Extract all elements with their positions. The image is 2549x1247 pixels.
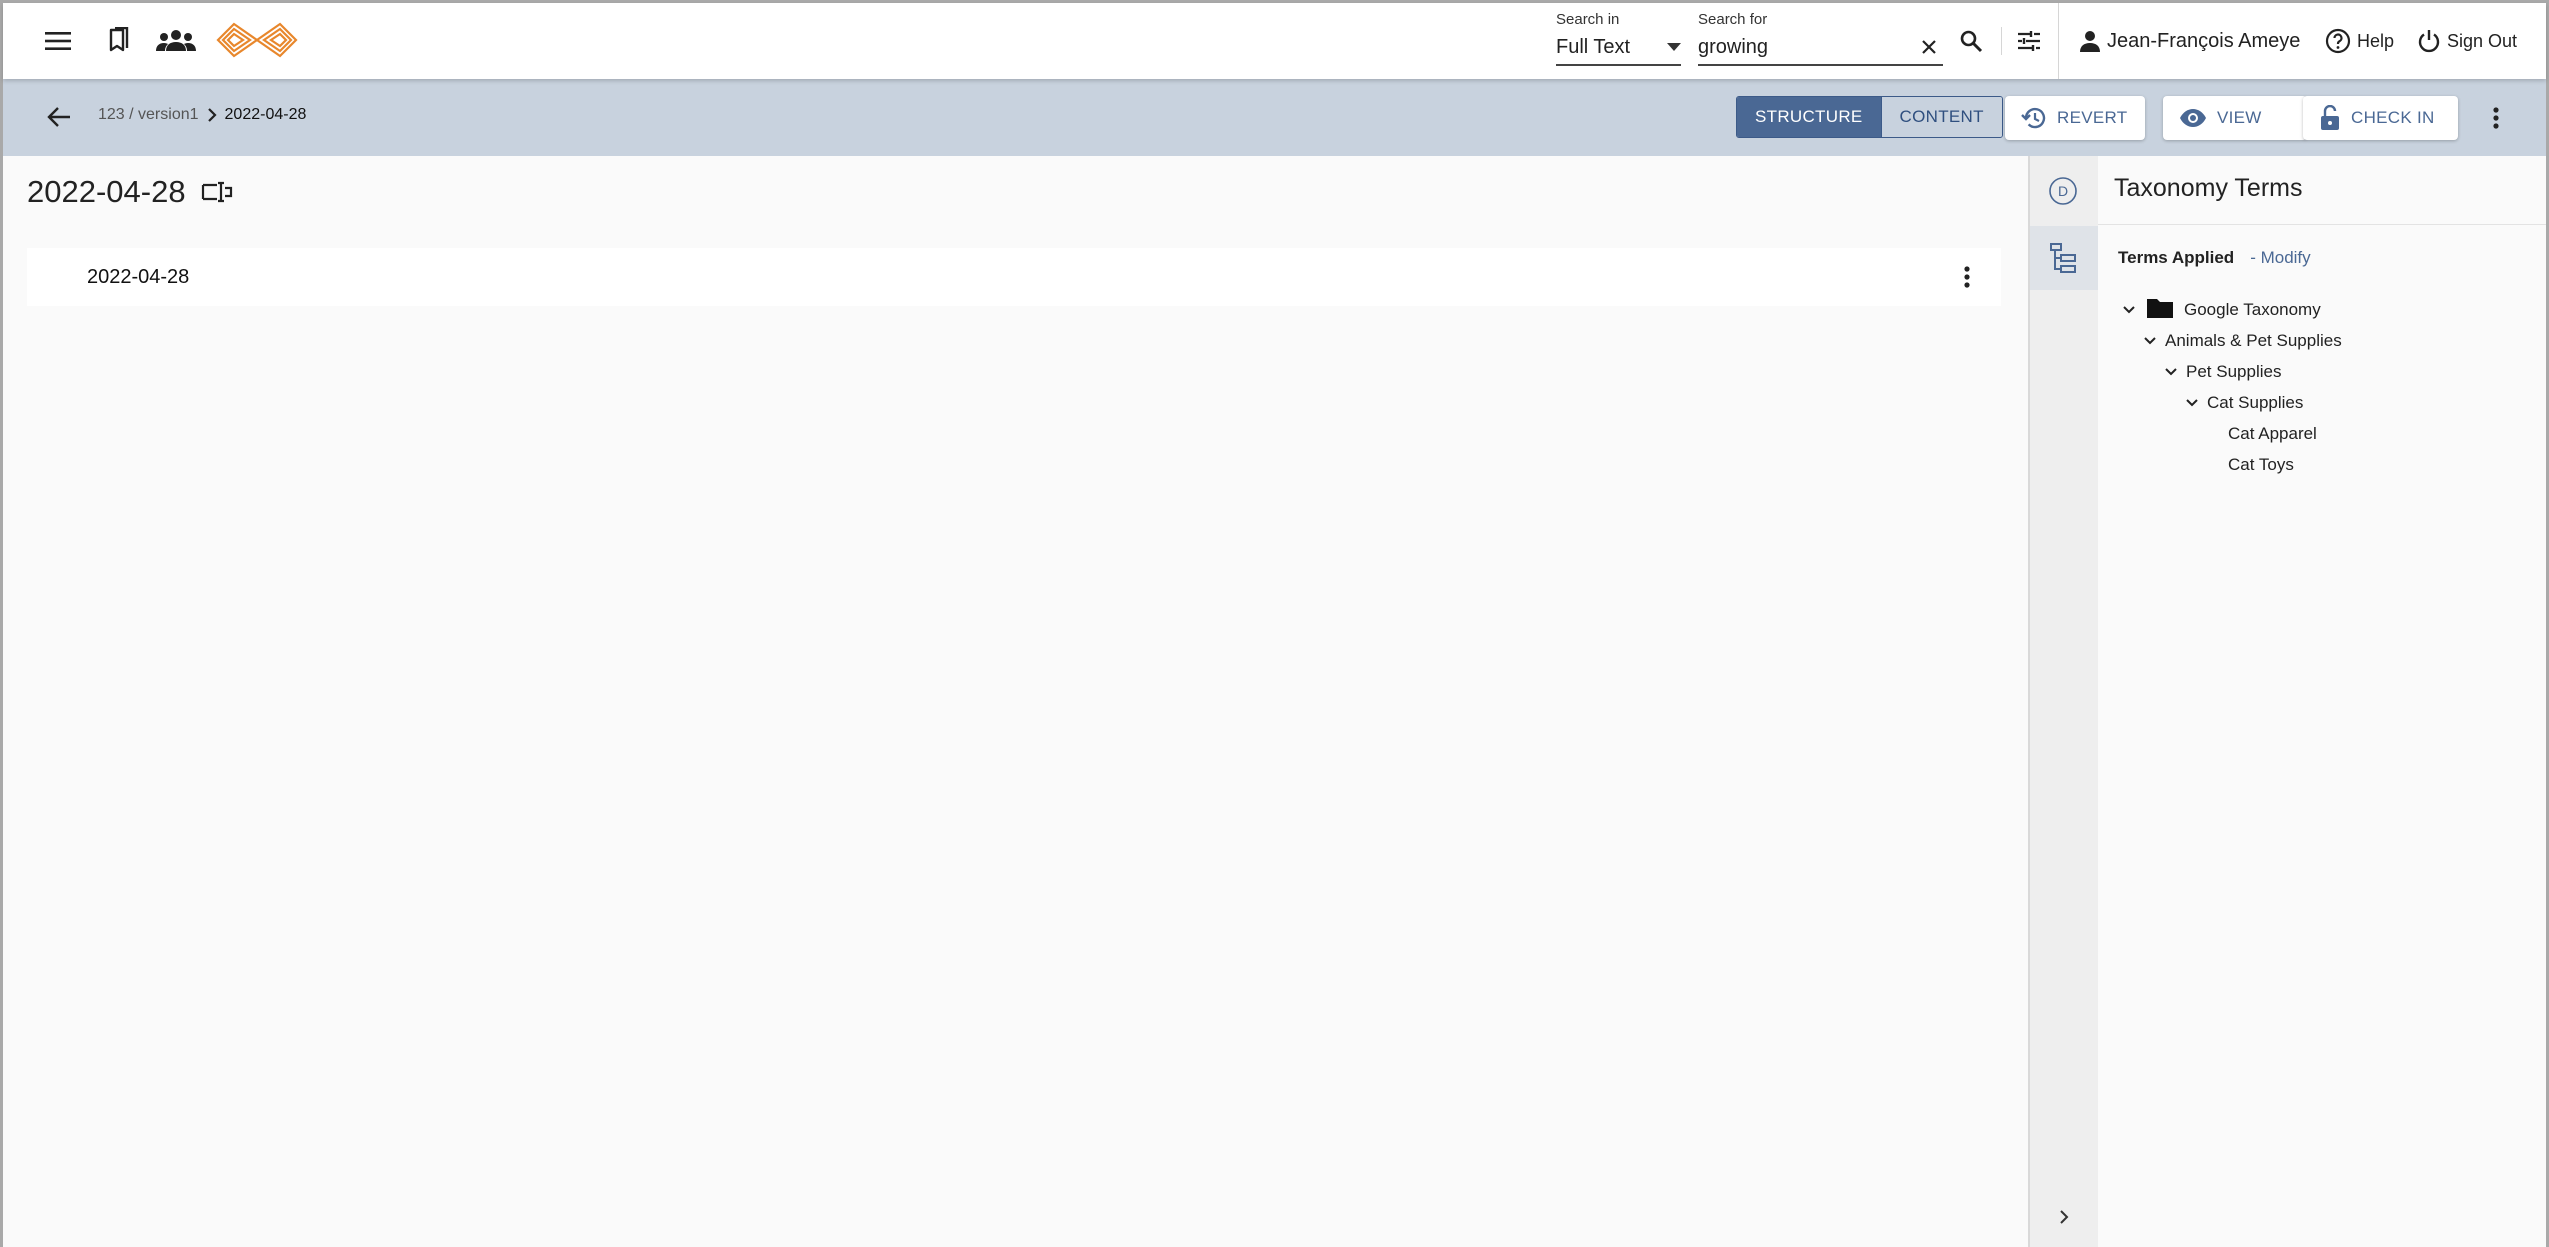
search-input[interactable] [1698, 35, 1898, 59]
main-content: 2022-04-28 2022-04-28 [3, 156, 2028, 1247]
revert-button[interactable]: REVERT [2005, 96, 2145, 140]
view-mode-toggle: STRUCTURE CONTENT [1736, 96, 2003, 138]
sign-out-button[interactable]: Sign Out [2417, 23, 2517, 59]
structure-toggle-button[interactable]: STRUCTURE [1737, 97, 1881, 137]
arrow-drop-down-icon [1667, 43, 1681, 51]
terms-header: Terms Applied - Modify [2118, 248, 2311, 268]
tree-node-label: Cat Toys [2228, 454, 2294, 474]
power-icon [2417, 29, 2441, 53]
list-item-label: 2022-04-28 [87, 265, 190, 288]
menu-icon[interactable] [39, 23, 77, 59]
breadcrumb-parent[interactable]: 123 / version1 [98, 106, 199, 124]
help-button[interactable]: Help [2325, 23, 2394, 59]
chevron-down-icon[interactable] [2160, 361, 2182, 383]
toolbar-divider [2058, 3, 2059, 79]
details-tab-label: D [2058, 183, 2068, 199]
tree-node-label: Animals & Pet Supplies [2165, 330, 2342, 350]
tree-node[interactable]: Animals & Pet Supplies [2118, 325, 2538, 356]
revert-label: REVERT [2057, 108, 2128, 127]
breadcrumb-current: 2022-04-28 [224, 106, 307, 123]
action-bar: 123 / version1 2022-04-28 STRUCTURE CONT… [3, 79, 2546, 156]
list-item[interactable]: 2022-04-28 [27, 248, 2001, 306]
search-for-field: Search for [1698, 11, 1943, 71]
tree-node[interactable]: Pet Supplies [2118, 356, 2538, 387]
lock-open-icon [2319, 105, 2341, 131]
side-rail: D [2028, 156, 2098, 1247]
chevron-right-icon[interactable] [2050, 1203, 2078, 1231]
logo-icon[interactable] [213, 19, 301, 61]
chevron-down-icon[interactable] [2118, 299, 2140, 321]
clear-icon[interactable] [1915, 33, 1943, 61]
chevron-down-icon[interactable] [2181, 392, 2203, 414]
tree-node[interactable]: Cat Apparel [2118, 418, 2538, 449]
panel-title: Taxonomy Terms [2114, 174, 2303, 202]
search-for-label: Search for [1698, 11, 1768, 28]
check-in-label: CHECK IN [2351, 108, 2435, 127]
content-toggle-button[interactable]: CONTENT [1880, 97, 2002, 137]
help-label: Help [2357, 30, 2395, 51]
back-arrow-icon[interactable] [41, 99, 77, 135]
panel-divider [2098, 224, 2546, 225]
check-in-button[interactable]: CHECK IN [2303, 96, 2458, 140]
search-in-label: Search in [1556, 11, 1620, 28]
taxonomy-panel: Taxonomy Terms Terms Applied - Modify Go… [2098, 156, 2546, 1247]
tune-icon[interactable] [2011, 23, 2047, 59]
view-label: VIEW [2217, 108, 2262, 127]
groups-icon[interactable] [153, 23, 199, 59]
taxonomy-tree: Google Taxonomy Animals & Pet Supplies Pet… [2118, 294, 2538, 480]
details-tab[interactable]: D [2048, 176, 2078, 206]
tree-node[interactable]: Cat Toys [2118, 449, 2538, 480]
more-vert-icon[interactable] [2478, 100, 2514, 136]
help-icon [2325, 28, 2351, 54]
search-in-dropdown[interactable]: Full Text [1556, 34, 1681, 66]
user-name: Jean-François Ameye [2107, 29, 2301, 52]
tree-node-label: Cat Supplies [2207, 392, 2304, 412]
chevron-right-icon [207, 108, 217, 122]
tree-node[interactable]: Google Taxonomy [2118, 294, 2538, 325]
search-input-row [1698, 34, 1943, 66]
label-outline-icon[interactable] [199, 174, 235, 210]
user-menu[interactable]: Jean-François Ameye [2079, 23, 2300, 59]
search-in-select[interactable]: Search in Full Text [1556, 11, 1681, 71]
tree-node-label: Cat Apparel [2228, 423, 2317, 443]
page-title: 2022-04-28 [27, 174, 186, 209]
eye-icon [2179, 108, 2207, 128]
search-in-value: Full Text [1556, 35, 1631, 58]
terms-applied-label: Terms Applied [2118, 248, 2235, 267]
history-icon [2021, 106, 2047, 130]
folder-icon [2146, 296, 2174, 324]
view-button[interactable]: VIEW [2163, 96, 2307, 140]
toolbar-divider [2001, 27, 2002, 55]
sign-out-label: Sign Out [2447, 30, 2518, 51]
search-icon[interactable] [1953, 23, 1989, 59]
top-bar: Search in Full Text Search for Jean-Fran… [3, 3, 2546, 79]
tree-node[interactable]: Cat Supplies [2118, 387, 2538, 418]
person-icon [2079, 30, 2101, 52]
tree-node-label: Pet Supplies [2186, 361, 2282, 381]
more-vert-icon[interactable] [1949, 259, 1985, 295]
taxonomy-tab[interactable] [2030, 226, 2098, 290]
chevron-down-icon[interactable] [2139, 330, 2161, 352]
modify-link[interactable]: - Modify [2250, 248, 2310, 268]
account-tree-icon [2049, 242, 2079, 274]
bookmarks-icon[interactable] [101, 23, 137, 59]
breadcrumb: 123 / version1 2022-04-28 [98, 106, 306, 124]
tree-node-label: Google Taxonomy [2184, 299, 2321, 319]
